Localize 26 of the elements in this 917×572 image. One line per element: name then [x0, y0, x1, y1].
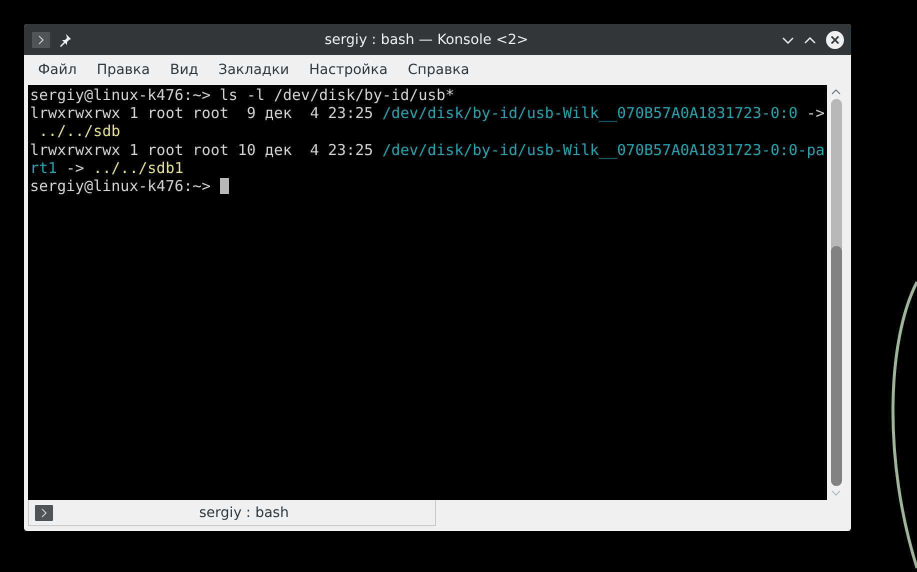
menu-item[interactable]: Правка	[86, 58, 160, 82]
menu-item[interactable]: Закладки	[208, 58, 300, 82]
menu-item[interactable]: Настройка	[299, 58, 398, 82]
symlink-path: /dev/disk/by-id/usb-Wilk__070B57A0A1831723-0:0-pa	[382, 140, 825, 159]
link-target: ../../sdb1	[93, 158, 184, 177]
terminal-text: lrwxrwxrwx 1 root root 10 дек 4 23:25	[30, 140, 374, 159]
symlink-path: /dev/disk/by-id/usb-Wilk__070B57A0A1831723-0:0	[382, 104, 798, 122]
pin-icon[interactable]	[58, 32, 72, 46]
tab-label: sergiy : bash	[198, 504, 290, 520]
terminal-text: lrwxrwxrwx 1 root root 9 дек 4 23:25	[30, 104, 374, 122]
symlink-path: rt1	[30, 158, 58, 177]
window-title: sergiy : bash — Konsole <2>	[324, 32, 530, 48]
menu-item[interactable]: Справка	[398, 58, 480, 82]
menu-item[interactable]: Вид	[160, 58, 208, 82]
text-cursor	[220, 178, 229, 194]
session-tab[interactable]: sergiy : bash	[28, 500, 436, 526]
terminal-icon	[35, 504, 53, 520]
terminal-icon[interactable]	[32, 32, 50, 48]
menu-item[interactable]: Файл	[28, 58, 87, 82]
close-icon[interactable]	[825, 30, 845, 50]
link-target: ../../sdb	[38, 122, 120, 140]
terminal-text: ->	[65, 158, 86, 177]
terminal-text: ->	[806, 104, 825, 122]
terminal-text: sergiy@linux-k476:~>	[30, 176, 212, 195]
scroll-up-icon[interactable]	[831, 89, 842, 95]
terminal-text: sergiy@linux-k476:~> ls -l /dev/disk/by-id/usb*	[30, 86, 454, 104]
